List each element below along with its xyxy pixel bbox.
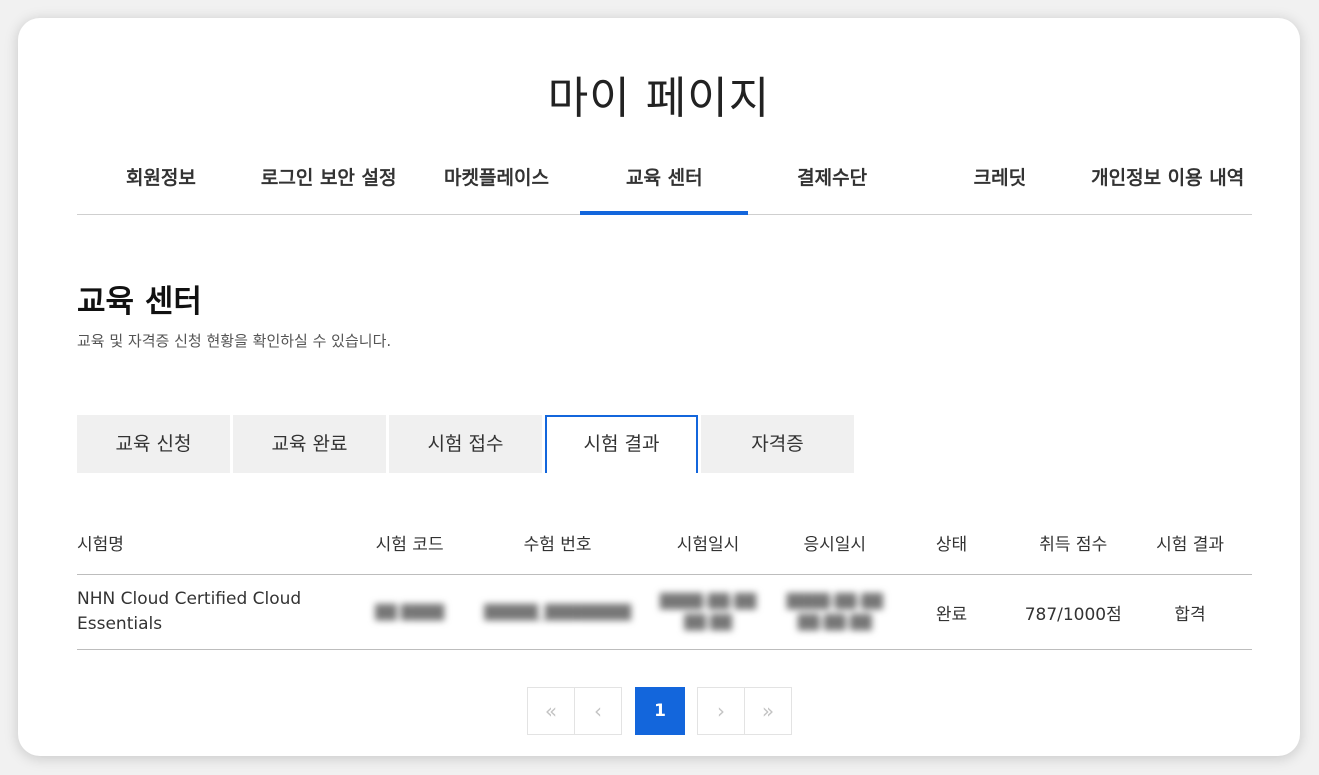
header-score: 취득 점수 bbox=[1018, 510, 1129, 575]
section-description: 교육 및 자격증 신청 현황을 확인하실 수 있습니다. bbox=[77, 332, 392, 350]
tab-marketplace[interactable]: 마켓플레이스 bbox=[413, 158, 581, 214]
last-page-button[interactable]: » bbox=[744, 687, 792, 735]
page-number-button[interactable]: 1 bbox=[635, 687, 685, 735]
header-apply-date: 응시일시 bbox=[784, 510, 885, 575]
subtab-course-apply[interactable]: 교육 신청 bbox=[77, 415, 230, 473]
first-page-button[interactable]: « bbox=[527, 687, 575, 735]
cell-score: 787/1000점 bbox=[1018, 574, 1129, 650]
pagination: « ‹ 1 › » bbox=[527, 687, 792, 735]
cell-exam-name: NHN Cloud Certified Cloud Essentials bbox=[77, 574, 336, 650]
tab-education-center[interactable]: 교육 센터 bbox=[580, 158, 748, 215]
double-chevron-left-icon: « bbox=[544, 699, 558, 723]
subtab-certificate[interactable]: 자격증 bbox=[701, 415, 854, 473]
cell-exam-code-redacted: ██ ████ bbox=[335, 574, 485, 650]
header-result: 시험 결과 bbox=[1128, 510, 1252, 575]
my-page-card: 마이 페이지 회원정보 로그인 보안 설정 마켓플레이스 교육 센터 결제수단 … bbox=[18, 18, 1300, 756]
cell-exam-number-redacted: █████_████████ bbox=[484, 574, 632, 650]
header-exam-number: 수험 번호 bbox=[484, 510, 632, 575]
header-status: 상태 bbox=[884, 510, 1019, 575]
chevron-right-icon: › bbox=[717, 699, 725, 723]
section-title: 교육 센터 bbox=[77, 284, 202, 320]
subtab-exam-result[interactable]: 시험 결과 bbox=[545, 415, 698, 473]
cell-apply-date-redacted: ████-██-██ ██:██:██ bbox=[784, 574, 885, 650]
cell-result: 합격 bbox=[1128, 574, 1252, 650]
chevron-left-icon: ‹ bbox=[594, 699, 602, 723]
tab-payment-method[interactable]: 결제수단 bbox=[748, 158, 916, 214]
sub-tab-bar: 교육 신청 교육 완료 시험 접수 시험 결과 자격증 bbox=[77, 415, 854, 473]
cell-status: 완료 bbox=[884, 574, 1019, 650]
exam-result-table: 시험명 시험 코드 수험 번호 시험일시 응시일시 상태 취득 점수 시험 결과… bbox=[77, 510, 1252, 650]
table-row: NHN Cloud Certified Cloud Essentials ██ … bbox=[77, 574, 1252, 650]
double-chevron-right-icon: » bbox=[761, 699, 775, 723]
table-header-row: 시험명 시험 코드 수험 번호 시험일시 응시일시 상태 취득 점수 시험 결과 bbox=[77, 510, 1252, 575]
tab-login-security[interactable]: 로그인 보안 설정 bbox=[245, 158, 413, 214]
tab-credit[interactable]: 크레딧 bbox=[916, 158, 1084, 214]
header-exam-name: 시험명 bbox=[77, 510, 336, 575]
prev-page-button[interactable]: ‹ bbox=[574, 687, 622, 735]
main-tab-bar: 회원정보 로그인 보안 설정 마켓플레이스 교육 센터 결제수단 크레딧 개인정… bbox=[77, 158, 1252, 215]
subtab-course-complete[interactable]: 교육 완료 bbox=[233, 415, 386, 473]
header-exam-date: 시험일시 bbox=[631, 510, 785, 575]
tab-privacy-usage[interactable]: 개인정보 이용 내역 bbox=[1084, 158, 1252, 214]
tab-member-info[interactable]: 회원정보 bbox=[77, 158, 245, 214]
page-title: 마이 페이지 bbox=[547, 73, 771, 124]
next-page-button[interactable]: › bbox=[697, 687, 745, 735]
cell-exam-date-redacted: ████-██-██ ██:██ bbox=[631, 574, 785, 650]
header-exam-code: 시험 코드 bbox=[335, 510, 485, 575]
subtab-exam-register[interactable]: 시험 접수 bbox=[389, 415, 542, 473]
